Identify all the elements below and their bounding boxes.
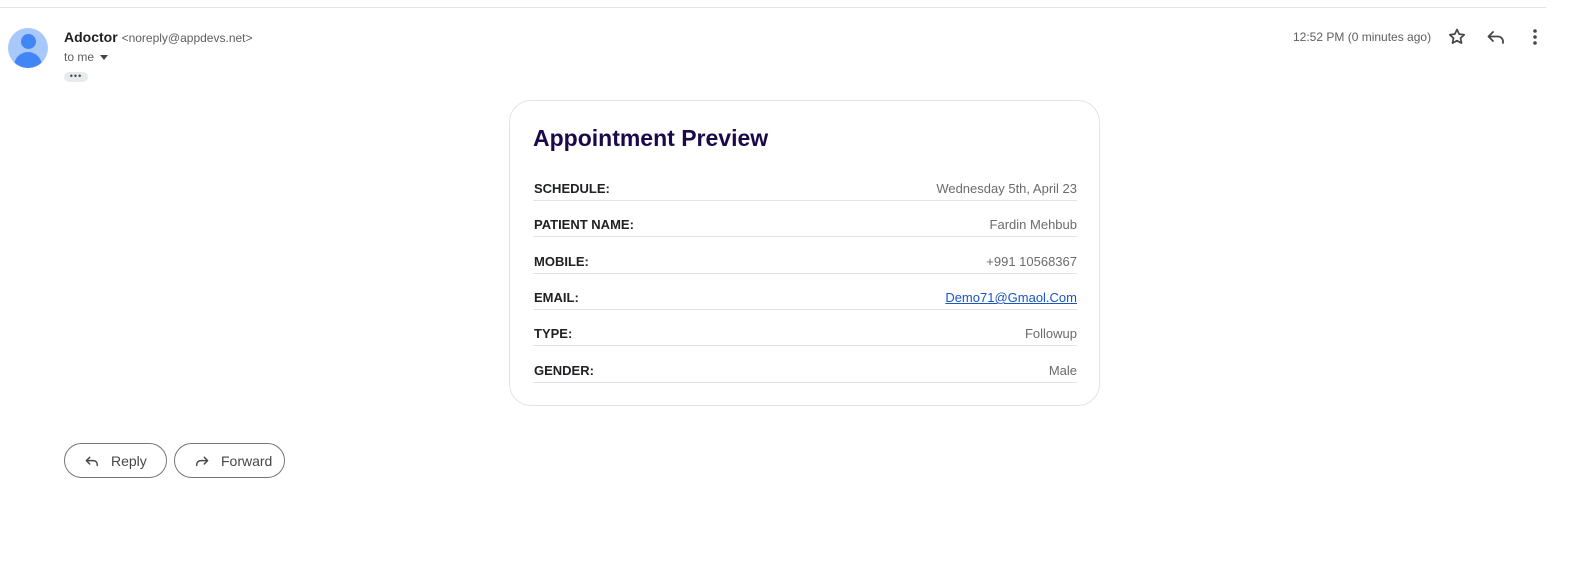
row-gender: GENDER: Male — [533, 357, 1077, 383]
reply-button[interactable] — [1484, 25, 1508, 49]
forward-button[interactable]: Forward — [174, 443, 285, 478]
sender-name[interactable]: Adoctor — [64, 29, 118, 45]
row-schedule: SCHEDULE: Wednesday 5th, April 23 — [533, 175, 1077, 201]
forward-button-label: Forward — [221, 452, 273, 469]
appointment-card: Appointment Preview SCHEDULE: Wednesday … — [509, 100, 1100, 406]
card-title: Appointment Preview — [533, 125, 769, 151]
row-label: TYPE: — [534, 326, 573, 341]
row-value: Fardin Mehbub — [989, 217, 1077, 232]
row-type: TYPE: Followup — [533, 320, 1077, 346]
show-trimmed-content-button[interactable]: ••• — [64, 72, 88, 82]
caret-down-icon — [100, 55, 109, 60]
recipient-details-toggle[interactable]: to me — [64, 50, 109, 64]
more-vertical-icon — [1533, 29, 1537, 45]
recipient-label: to me — [64, 50, 95, 64]
more-options-button[interactable] — [1523, 25, 1547, 49]
avatar-head-shape — [21, 34, 36, 49]
sender-address: <noreply@appdevs.net> — [121, 31, 253, 45]
row-label: MOBILE: — [534, 254, 589, 269]
timestamp: 12:52 PM (0 minutes ago) — [1293, 30, 1432, 44]
row-value: Wednesday 5th, April 23 — [936, 181, 1077, 196]
row-label: EMAIL: — [534, 290, 579, 305]
row-email: EMAIL: Demo71@Gmaol.Com — [533, 284, 1077, 310]
avatar-body-shape — [14, 52, 42, 68]
row-value: +991 10568367 — [986, 254, 1077, 269]
row-label: GENDER: — [534, 363, 594, 378]
row-patient-name: PATIENT NAME: Fardin Mehbub — [533, 211, 1077, 237]
star-button[interactable] — [1445, 25, 1469, 49]
email-link[interactable]: Demo71@Gmaol.Com — [945, 290, 1077, 305]
sender-avatar[interactable] — [8, 28, 48, 68]
row-label: SCHEDULE: — [534, 181, 610, 196]
row-mobile: MOBILE: +991 10568367 — [533, 248, 1077, 274]
sender-line: Adoctor <noreply@appdevs.net> — [64, 29, 253, 45]
star-icon — [1448, 28, 1466, 44]
reply-button-bottom[interactable]: Reply — [64, 443, 167, 478]
top-divider — [0, 7, 1546, 8]
row-label: PATIENT NAME: — [534, 217, 634, 232]
reply-icon — [85, 456, 98, 466]
row-value: Male — [1048, 363, 1077, 378]
reply-button-label: Reply — [111, 452, 147, 469]
forward-icon — [196, 456, 209, 466]
row-value: Followup — [1024, 326, 1077, 341]
reply-icon — [1487, 31, 1504, 44]
